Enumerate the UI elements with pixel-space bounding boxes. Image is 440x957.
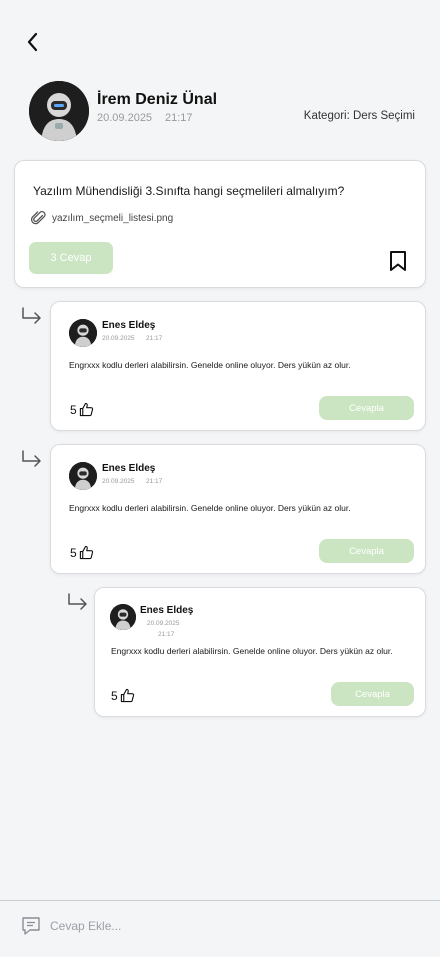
attachment[interactable]: yazılım_seçmeli_listesi.png	[31, 210, 173, 226]
reply-card: Enes Eldeş 20.09.2025 21:17 Engrxxx kodl…	[50, 301, 426, 431]
thumbs-up-icon	[120, 688, 134, 703]
reply-date: 20.09.2025	[102, 335, 135, 342]
like-count: 5	[111, 688, 118, 703]
post-category: Kategori: Ders Seçimi	[303, 110, 415, 122]
question-card: Yazılım Mühendisliği 3.Sınıfta hangi seç…	[14, 160, 426, 288]
like-button[interactable]: 5	[70, 545, 94, 560]
reply-body: Engrxxx kodlu derleri alabilirsin. Genel…	[69, 503, 351, 513]
reply-date: 20.09.2025	[102, 478, 135, 485]
thumbs-up-icon	[79, 402, 93, 417]
reply-card-nested: Enes Eldeş 20.09.2025 21:17 Engrxxx kodl…	[94, 587, 426, 717]
reply-avatar[interactable]	[69, 319, 97, 347]
bookmark-button[interactable]	[389, 250, 407, 277]
like-button[interactable]: 5	[111, 688, 135, 703]
like-button[interactable]: 5	[70, 402, 94, 417]
comment-icon	[22, 917, 40, 935]
answer-count-button[interactable]: 3 Cevap	[29, 242, 113, 274]
reply-avatar[interactable]	[69, 462, 97, 490]
reply-time: 21:17	[146, 478, 163, 485]
reply-author-name[interactable]: Enes Eldeş	[102, 463, 155, 474]
post-date: 20.09.2025	[97, 112, 153, 124]
reply-button[interactable]: Cevapla	[319, 539, 414, 563]
author-name[interactable]: İrem Deniz Ünal	[97, 91, 217, 109]
paperclip-icon	[31, 210, 46, 225]
bookmark-icon	[390, 251, 406, 271]
reply-time: 21:17	[146, 335, 163, 342]
author-avatar[interactable]	[29, 81, 89, 141]
reply-card: Enes Eldeş 20.09.2025 21:17 Engrxxx kodl…	[50, 444, 426, 574]
answer-input[interactable]: Cevap Ekle...	[20, 915, 121, 937]
reply-arrow-icon	[22, 450, 41, 467]
reply-body: Engrxxx kodlu derleri alabilirsin. Genel…	[69, 360, 351, 370]
chevron-left-icon	[27, 32, 38, 52]
answer-input-placeholder: Cevap Ekle...	[50, 919, 122, 933]
question-text: Yazılım Mühendisliği 3.Sınıfta hangi seç…	[33, 184, 345, 198]
reply-author-name[interactable]: Enes Eldeş	[140, 605, 193, 616]
attachment-filename: yazılım_seçmeli_listesi.png	[52, 212, 174, 224]
reply-date: 20.09.2025	[147, 620, 180, 627]
reply-body: Engrxxx kodlu derleri alabilirsin. Genel…	[111, 646, 393, 656]
post-time: 21:17	[165, 112, 193, 124]
reply-arrow-icon	[68, 593, 87, 610]
reply-author-name[interactable]: Enes Eldeş	[102, 320, 155, 331]
reply-avatar[interactable]	[110, 604, 136, 630]
back-button[interactable]	[20, 28, 46, 56]
like-count: 5	[70, 545, 77, 560]
thumbs-up-icon	[79, 545, 93, 560]
bottom-divider	[0, 900, 440, 901]
like-count: 5	[70, 402, 77, 417]
reply-button[interactable]: Cevapla	[331, 682, 414, 706]
reply-time: 21:17	[158, 631, 175, 638]
reply-arrow-icon	[22, 307, 41, 324]
reply-button[interactable]: Cevapla	[319, 396, 414, 420]
